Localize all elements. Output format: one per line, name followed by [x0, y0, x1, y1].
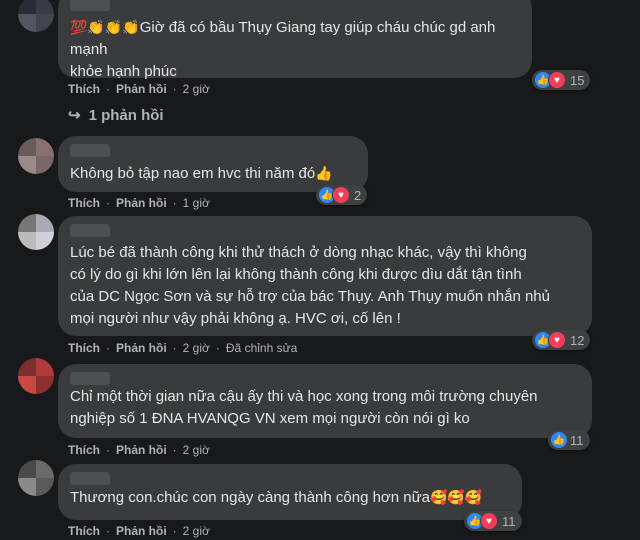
- comment-bubble: Chỉ một thời gian nữa cậu ấy thi và học …: [58, 364, 592, 438]
- author-name[interactable]: [70, 144, 110, 157]
- like-link[interactable]: Thích: [68, 341, 100, 355]
- avatar[interactable]: [18, 0, 54, 32]
- comment-actions: Thích · Phản hồi · 2 giờ: [68, 443, 210, 457]
- reply-link[interactable]: Phản hồi: [116, 443, 167, 457]
- comment-bubble: Thương con.chúc con ngày càng thành công…: [58, 464, 522, 520]
- love-reaction-icon: ♥: [548, 71, 566, 89]
- reaction-summary[interactable]: 👍 ♥ 12: [532, 330, 591, 350]
- thumbs-up-emoji-icon: 👍: [315, 165, 333, 181]
- comment-text: Chỉ một thời gian nữa cậu ấy thi và học …: [70, 388, 538, 427]
- reaction-count: 12: [570, 332, 585, 348]
- comment-actions: Thích · Phản hồi · 2 giờ: [68, 82, 210, 96]
- reaction-summary[interactable]: 👍 ♥ 15: [532, 70, 591, 90]
- edited-label: Đã chỉnh sửa: [225, 341, 298, 355]
- reaction-count: 15: [570, 72, 585, 88]
- reaction-count: 2: [354, 187, 362, 203]
- reply-link[interactable]: Phản hồi: [116, 82, 167, 96]
- comment-bubble: 💯👏👏👏Giờ đã có bầu Thụy Giang tay giúp ch…: [58, 0, 532, 80]
- author-name[interactable]: [70, 224, 110, 237]
- comment-actions: Thích · Phản hồi · 1 giờ: [68, 196, 210, 210]
- smiling-hearts-emoji-icon: 🥰🥰🥰: [430, 489, 483, 505]
- reply-arrow-icon: ↪: [68, 107, 81, 124]
- comment-bubble: Lúc bé đã thành công khi thử thách ở dòn…: [58, 216, 592, 336]
- comment-bubble: Không bỏ tập nao em hvc thi năm đó👍: [58, 136, 368, 192]
- reaction-count: 11: [502, 513, 516, 529]
- timestamp[interactable]: 1 giờ: [183, 196, 210, 210]
- comment-actions: Thích · Phản hồi · 2 giờ: [68, 524, 210, 538]
- author-name[interactable]: [70, 372, 110, 385]
- reply-link[interactable]: Phản hồi: [116, 341, 167, 355]
- like-reaction-icon: 👍: [550, 431, 568, 449]
- comment-text: Thương con.chúc con ngày càng thành công…: [70, 489, 483, 506]
- avatar[interactable]: [18, 214, 54, 250]
- avatar[interactable]: [18, 358, 54, 394]
- reaction-summary[interactable]: 👍 11: [548, 430, 590, 450]
- comment-text: 💯👏👏👏Giờ đã có bầu Thụy Giang tay giúp ch…: [70, 19, 496, 80]
- like-link[interactable]: Thích: [68, 524, 100, 538]
- like-link[interactable]: Thích: [68, 82, 100, 96]
- reaction-summary[interactable]: 👍 ♥ 2: [316, 185, 368, 205]
- timestamp[interactable]: 2 giờ: [183, 443, 210, 457]
- comment-text: Lúc bé đã thành công khi thử thách ở dòn…: [70, 244, 550, 327]
- timestamp[interactable]: 2 giờ: [183, 341, 210, 355]
- author-name[interactable]: [70, 0, 110, 11]
- like-link[interactable]: Thích: [68, 443, 100, 457]
- reply-link[interactable]: Phản hồi: [116, 196, 167, 210]
- comment-actions: Thích · Phản hồi · 2 giờ · Đã chỉnh sửa: [68, 341, 298, 355]
- love-reaction-icon: ♥: [480, 512, 498, 530]
- love-reaction-icon: ♥: [332, 186, 350, 204]
- like-link[interactable]: Thích: [68, 196, 100, 210]
- love-reaction-icon: ♥: [548, 331, 566, 349]
- reaction-count: 11: [570, 432, 584, 448]
- view-replies-link[interactable]: ↪ 1 phản hồi: [68, 106, 164, 125]
- timestamp[interactable]: 2 giờ: [183, 82, 210, 96]
- reaction-summary[interactable]: 👍 ♥ 11: [464, 511, 522, 531]
- author-name[interactable]: [70, 472, 110, 485]
- reply-link[interactable]: Phản hồi: [116, 524, 167, 538]
- avatar[interactable]: [18, 138, 54, 174]
- avatar[interactable]: [18, 460, 54, 496]
- comment-text: Không bỏ tập nao em hvc thi năm đó👍: [70, 165, 333, 182]
- timestamp[interactable]: 2 giờ: [183, 524, 210, 538]
- clap-emoji-icon: 💯👏👏👏: [70, 19, 140, 35]
